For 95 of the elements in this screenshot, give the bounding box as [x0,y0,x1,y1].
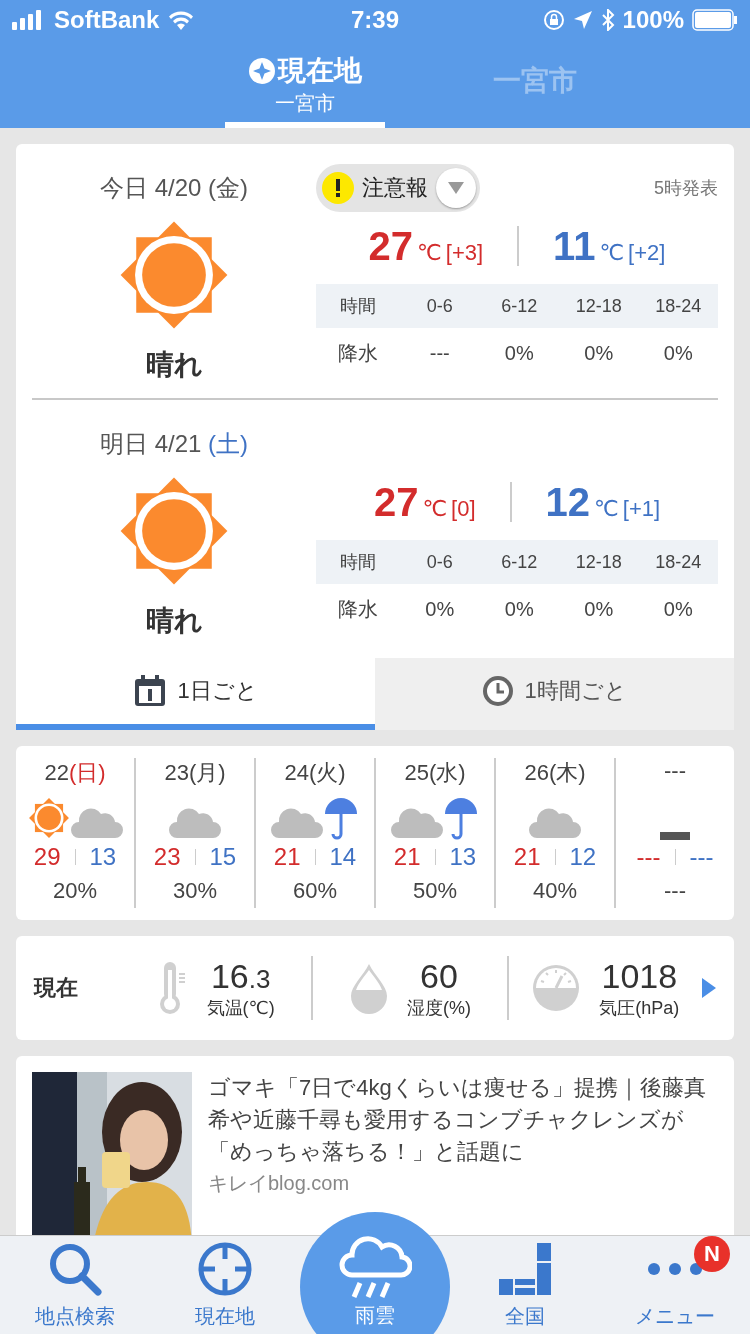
high-temperature: 23 [153,843,181,871]
table-header-cell: 6-12 [479,284,559,328]
table-header-cell: 12-18 [559,284,639,328]
low-temperature: 13 [449,843,477,871]
forecast-date: 23(月) [164,759,226,787]
search-icon [47,1241,103,1297]
table-cell-text: 0% [662,596,694,622]
table-cell-text: 0% [503,596,535,622]
reading-value: 16.3 [210,956,271,996]
carrier-name: SoftBank [54,6,160,34]
high-temperature: 29 [33,843,61,871]
low-temperature: 13 [89,843,117,871]
location-tab[interactable]: 現在地 一宮市 [225,40,385,128]
table-cell-text: 0% [503,340,535,366]
table-cell-text: 0% [583,596,615,622]
precipitation-chance: 30% [172,877,217,905]
more-icon [647,1262,703,1276]
table-header-cell: 18-24 [638,284,718,328]
rotation-lock-icon [542,9,565,31]
crosshair-icon [197,1241,253,1297]
low-temperature: 12 [569,843,597,871]
forecast-date: 24(火) [284,759,346,787]
battery-icon [692,9,738,31]
ad-headline[interactable]: ゴマキ「7日で4kgくらいは痩せる」提携｜後藤真希や近藤千尋も愛用するコンブチャクレンズが「めっちゃ落ちる！」と話題に [208,1072,718,1168]
japan-map-icon [497,1241,553,1297]
table-cell-text: --- [428,340,451,366]
reading-label: 気温(℃) [206,996,275,1020]
forecast-date: 明日 4/21 (土) [99,429,248,459]
dropdown-icon [448,182,464,194]
forecast-date: 26(木) [524,759,586,787]
nav-item[interactable]: 現在地 [150,1236,300,1334]
notification-badge: N [694,1236,730,1272]
table-cell-text: 0% [424,596,456,622]
warning-button[interactable]: 注意報 [316,164,480,212]
forecast-date: 25(水) [404,759,466,787]
high-temperature: 27℃ [+3] [368,223,484,269]
high-temperature: --- [636,843,661,871]
high-temperature: 21 [513,843,541,871]
low-temperature: 12℃ [+1] [545,479,661,525]
status-time: 7:39 [350,6,399,34]
current-label: 現在 [34,974,79,1002]
forecast-date: 今日 4/20 (金) [99,173,248,203]
wifi-icon [167,10,196,30]
nav-item[interactable]: 地点検索 [0,1236,150,1334]
high-temperature: 21 [273,843,301,871]
rain-cloud-icon [338,1235,412,1301]
nav-item[interactable]: 全国 [450,1236,600,1334]
precipitation-chance: 60% [292,877,337,905]
table-header-cell: 12-18 [559,540,639,584]
table-cell-text: 0% [662,340,694,366]
forecast-date: 22(日) [44,759,106,787]
gauge-icon [531,963,582,1013]
battery-percent: 100% [622,6,684,34]
weather-label: 晴れ [145,348,203,382]
exclamation-icon [335,179,341,197]
low-temperature: 11℃ [+2] [553,223,666,269]
precipitation-chance: 40% [532,877,577,905]
weather-label: 晴れ [145,604,203,638]
umbrella-icon [443,796,479,840]
calendar-icon [133,674,168,708]
view-tab[interactable]: 1時間ごと [375,658,734,730]
high-temperature: 21 [393,843,421,871]
reading-label: 気圧(hPa) [599,996,680,1020]
reading-value: 60 [420,956,458,996]
table-header-cell: 6-12 [479,540,559,584]
high-temperature: 27℃ [0] [373,479,476,525]
table-header-cell: 0-6 [400,284,480,328]
precipitation-chance: --- [664,877,686,905]
umbrella-icon [323,796,359,840]
forecast-date: --- [664,758,686,785]
ad-card[interactable]: ゴマキ「7日で4kgくらいは痩せる」提携｜後藤真希や近藤千尋も愛用するコンブチャクレンズが「めっちゃ落ちる！」と話題に キレイblog.com [16,1056,734,1235]
nav-item[interactable]: 雨雲 [300,1212,450,1334]
location-arrow-icon [572,10,593,30]
low-temperature: --- [689,843,714,871]
table-header-cell: 時間 [316,284,400,328]
table-header-cell: 18-24 [638,540,718,584]
bluetooth-icon [600,9,615,31]
precipitation-chance: 20% [52,877,97,905]
reading-label: 湿度(%) [407,996,471,1020]
table-header-cell: 0-6 [400,540,480,584]
water-drop-icon [349,962,389,1014]
precipitation-chance: 50% [412,877,457,905]
clock-icon [482,675,515,707]
reading-value: 1018 [601,956,678,996]
dash-icon [660,832,690,840]
table-cell-text: 降水 [337,340,379,366]
low-temperature: 15 [209,843,237,871]
issued-time: 5時発表 [654,177,718,200]
right-arrow-icon[interactable] [702,978,716,998]
table-header-cell: 時間 [316,540,400,584]
ad-source: キレイblog.com [208,1171,351,1196]
table-cell-text: 降水 [337,596,379,622]
table-cell-text: 0% [583,340,615,366]
location-icon [248,57,276,85]
low-temperature: 14 [329,843,357,871]
